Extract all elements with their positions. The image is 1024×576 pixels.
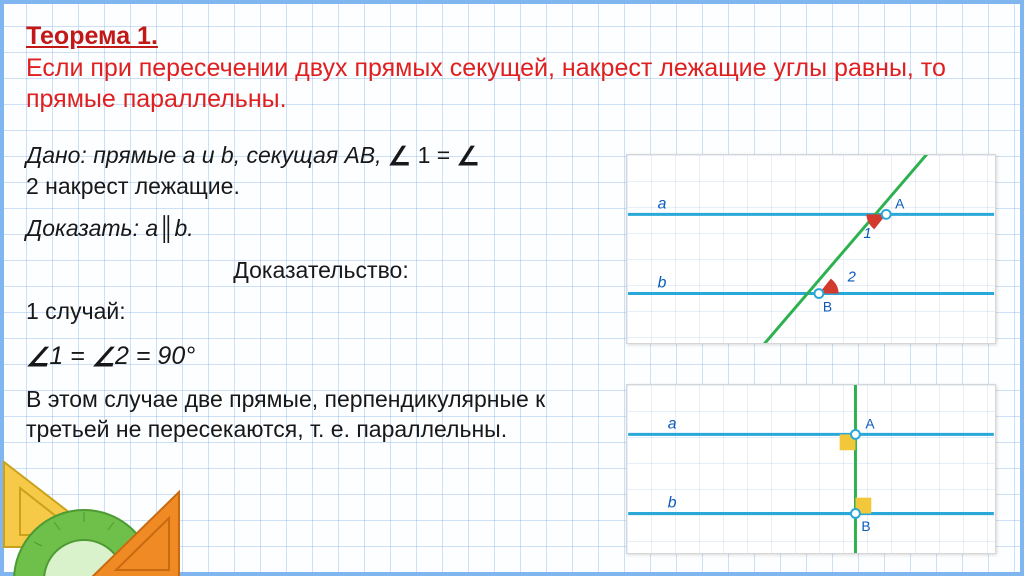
label-line-b: b xyxy=(668,495,677,512)
label-point-B: B xyxy=(861,518,870,534)
angle-icon: ∠ xyxy=(26,341,49,375)
given-text: Дано: прямые a и b, секущая AB, xyxy=(26,142,388,168)
case-equation: ∠1 = ∠2 = 90° xyxy=(26,339,616,373)
proof-heading: Доказательство: xyxy=(26,256,616,286)
label-line-a: a xyxy=(658,195,667,212)
diagram-perpendicular: a b A B xyxy=(626,384,996,554)
label-point-A: A xyxy=(865,415,875,431)
label-line-a: a xyxy=(668,415,677,432)
geometry-tools-icon xyxy=(0,432,194,576)
label-point-B: B xyxy=(823,298,832,314)
prove-line: Доказать: a║b. xyxy=(26,214,616,244)
given-continuation: 2 накрест лежащие. xyxy=(26,173,240,199)
label-point-A: A xyxy=(895,195,905,211)
diagram-transversal: a b A B 1 2 xyxy=(626,154,996,344)
given-block: Дано: прямые a и b, секущая AB, ∠ 1 = ∠ … xyxy=(26,138,616,202)
angle-icon: ∠ xyxy=(92,341,115,375)
angle-icon: ∠ xyxy=(388,140,411,174)
label-angle-2: 2 xyxy=(847,270,857,286)
angle-icon: ∠ xyxy=(457,140,480,174)
case-label: 1 случай: xyxy=(26,297,616,327)
theorem-title: Теорема 1. xyxy=(26,22,1006,51)
label-line-b: b xyxy=(658,275,667,292)
label-angle-1: 1 xyxy=(863,226,871,242)
theorem-statement: Если при пересечении двух прямых секущей… xyxy=(26,53,1006,114)
theorem-body: Дано: прямые a и b, секущая AB, ∠ 1 = ∠ … xyxy=(26,138,616,445)
